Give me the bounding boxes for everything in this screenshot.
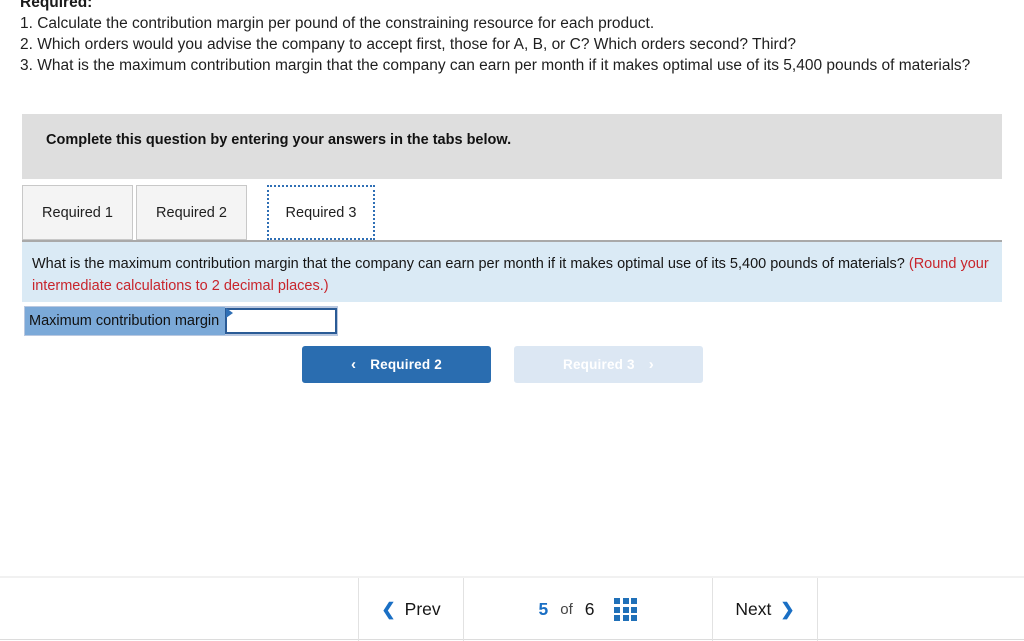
tab-required-3-label: Required 3 [285, 204, 357, 221]
question-stem: Required: 1. Calculate the contribution … [20, 0, 1024, 76]
question-text-container: What is the maximum contribution margin … [32, 253, 992, 297]
grid-cell [622, 615, 629, 621]
footer-total-pages: 6 [584, 599, 595, 619]
grid-cell [614, 615, 621, 621]
chevron-left-icon: ‹ [351, 356, 357, 373]
required-next-button[interactable]: Required 3 › [514, 346, 703, 383]
footer-prev-label: Prev [404, 599, 441, 619]
grid-cell [622, 606, 629, 613]
tab-required-3[interactable]: Required 3 [267, 185, 375, 240]
maximum-contribution-margin-input[interactable] [225, 308, 338, 334]
required-nav: ‹ Required 2 Required 3 › [302, 346, 703, 383]
required-prev-label: Required 2 [370, 357, 442, 372]
footer-pager: ❮ Prev 5 of 6 Next ❯ [358, 578, 818, 641]
tab-required-1[interactable]: Required 1 [22, 185, 133, 240]
answer-input-wrap [225, 307, 338, 335]
grid-cell [631, 615, 638, 621]
footer-prev-button[interactable]: ❮ Prev [358, 578, 464, 641]
tab-bar: Required 1 Required 2 Required 3 [22, 185, 1002, 241]
requirement-item-2: 2. Which orders would you advise the com… [20, 36, 796, 53]
footer-next-label: Next [735, 599, 772, 619]
requirement-item-1: 1. Calculate the contribution margin per… [20, 15, 655, 32]
tab-required-2-label: Required 2 [156, 204, 227, 221]
cell-pointer-icon [226, 308, 234, 318]
footer-of-label: of [560, 601, 573, 618]
chevron-right-icon: › [648, 356, 654, 373]
chevron-right-icon: ❯ [780, 599, 795, 619]
footer-bar: ❮ Prev 5 of 6 Next ❯ [0, 576, 1024, 641]
required-prev-button[interactable]: ‹ Required 2 [302, 346, 491, 383]
footer-page-indicator: 5 of 6 [464, 578, 713, 641]
instruction-banner-text: Complete this question by entering your … [46, 132, 512, 148]
grid-cell [631, 598, 638, 604]
required-next-label: Required 3 [563, 357, 635, 372]
grid-3x3-icon[interactable] [614, 598, 638, 621]
question-text: What is the maximum contribution margin … [32, 256, 909, 272]
chevron-left-icon: ❮ [381, 599, 396, 619]
grid-cell [622, 598, 629, 604]
answer-row: Maximum contribution margin [24, 306, 339, 336]
tab-required-2[interactable]: Required 2 [136, 185, 247, 240]
requirement-item-3: 3. What is the maximum contribution marg… [20, 57, 971, 74]
grid-cell [614, 598, 621, 604]
answer-label: Maximum contribution margin [25, 307, 226, 335]
instruction-banner: Complete this question by entering your … [22, 114, 1002, 179]
required-heading: Required: [20, 0, 93, 11]
footer-current-page: 5 [538, 599, 549, 619]
grid-cell [631, 606, 638, 613]
tab-required-1-label: Required 1 [42, 204, 113, 221]
grid-cell [614, 606, 621, 613]
footer-next-button[interactable]: Next ❯ [713, 578, 818, 641]
question-panel: What is the maximum contribution margin … [22, 240, 1002, 302]
